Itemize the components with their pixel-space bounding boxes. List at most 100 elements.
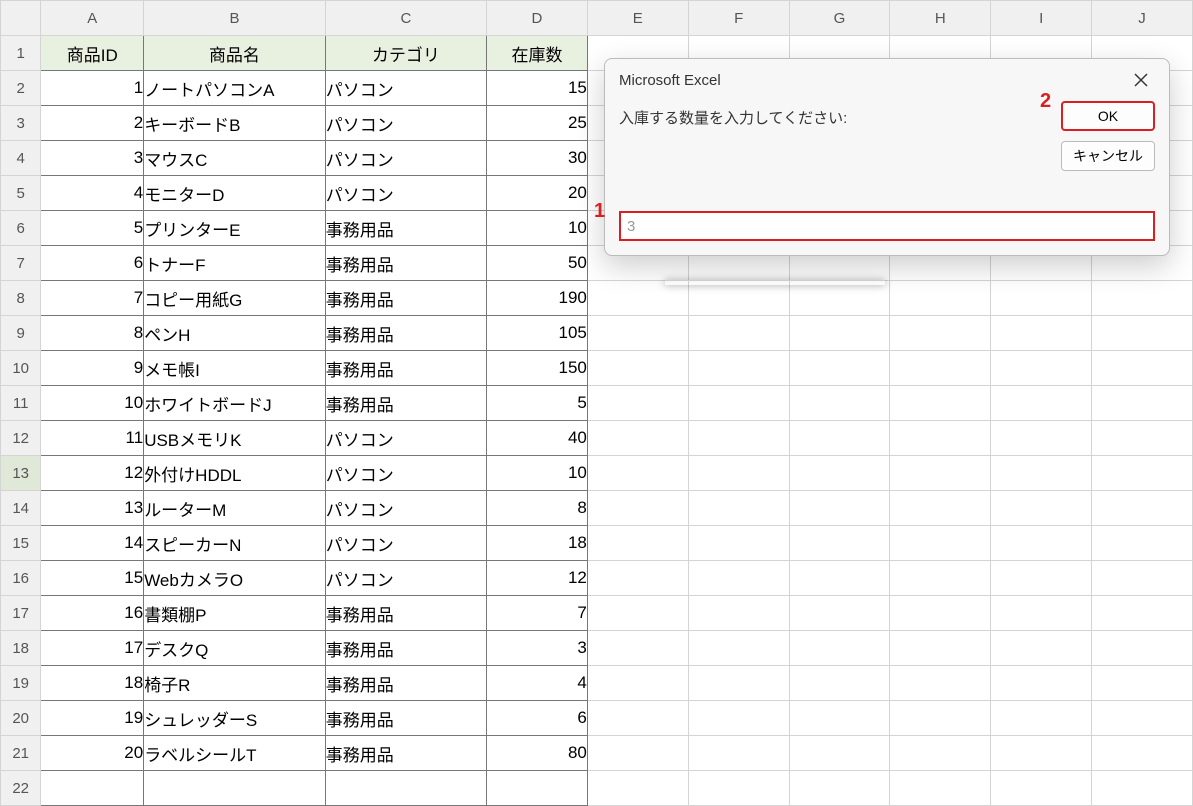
cell-I10[interactable]	[991, 351, 1092, 386]
cell-C4[interactable]: パソコン	[325, 141, 486, 176]
column-header-A[interactable]: A	[41, 1, 144, 36]
cell-G14[interactable]	[789, 491, 890, 526]
row-header-6[interactable]: 6	[1, 211, 41, 246]
column-header-J[interactable]: J	[1092, 1, 1193, 36]
cell-B7[interactable]: トナーF	[144, 246, 326, 281]
cell-D3[interactable]: 25	[487, 106, 588, 141]
cell-B17[interactable]: 書類棚P	[144, 596, 326, 631]
cell-F19[interactable]	[688, 666, 789, 701]
row-header-11[interactable]: 11	[1, 386, 41, 421]
cell-F15[interactable]	[688, 526, 789, 561]
cell-C10[interactable]: 事務用品	[325, 351, 486, 386]
cell-C21[interactable]: 事務用品	[325, 736, 486, 771]
cell-C16[interactable]: パソコン	[325, 561, 486, 596]
cell-E20[interactable]	[587, 701, 688, 736]
cell-J16[interactable]	[1092, 561, 1193, 596]
cell-J20[interactable]	[1092, 701, 1193, 736]
cell-D2[interactable]: 15	[487, 71, 588, 106]
cell-E10[interactable]	[587, 351, 688, 386]
row-header-4[interactable]: 4	[1, 141, 41, 176]
cell-H11[interactable]	[890, 386, 991, 421]
column-header-H[interactable]: H	[890, 1, 991, 36]
column-header-F[interactable]: F	[688, 1, 789, 36]
cell-I14[interactable]	[991, 491, 1092, 526]
row-header-19[interactable]: 19	[1, 666, 41, 701]
cell-I15[interactable]	[991, 526, 1092, 561]
cell-D20[interactable]: 6	[487, 701, 588, 736]
cell-F8[interactable]	[688, 281, 789, 316]
cell-A3[interactable]: 2	[41, 106, 144, 141]
cell-E12[interactable]	[587, 421, 688, 456]
cell-E15[interactable]	[587, 526, 688, 561]
cell-G11[interactable]	[789, 386, 890, 421]
cell-A5[interactable]: 4	[41, 176, 144, 211]
cell-A12[interactable]: 11	[41, 421, 144, 456]
cell-G10[interactable]	[789, 351, 890, 386]
cell-F22[interactable]	[688, 771, 789, 806]
row-header-7[interactable]: 7	[1, 246, 41, 281]
cell-B18[interactable]: デスクQ	[144, 631, 326, 666]
cell-D1[interactable]: 在庫数	[487, 36, 588, 71]
cell-B4[interactable]: マウスC	[144, 141, 326, 176]
cell-D13[interactable]: 10	[487, 456, 588, 491]
row-header-21[interactable]: 21	[1, 736, 41, 771]
cell-J8[interactable]	[1092, 281, 1193, 316]
row-header-16[interactable]: 16	[1, 561, 41, 596]
cell-H14[interactable]	[890, 491, 991, 526]
cell-I12[interactable]	[991, 421, 1092, 456]
row-header-5[interactable]: 5	[1, 176, 41, 211]
cell-J22[interactable]	[1092, 771, 1193, 806]
cell-E14[interactable]	[587, 491, 688, 526]
cell-B13[interactable]: 外付けHDDL	[144, 456, 326, 491]
column-header-C[interactable]: C	[325, 1, 486, 36]
cell-F12[interactable]	[688, 421, 789, 456]
cell-E16[interactable]	[587, 561, 688, 596]
cell-C3[interactable]: パソコン	[325, 106, 486, 141]
cell-A19[interactable]: 18	[41, 666, 144, 701]
row-header-3[interactable]: 3	[1, 106, 41, 141]
cell-H19[interactable]	[890, 666, 991, 701]
cell-A21[interactable]: 20	[41, 736, 144, 771]
row-header-9[interactable]: 9	[1, 316, 41, 351]
cell-G9[interactable]	[789, 316, 890, 351]
cell-D12[interactable]: 40	[487, 421, 588, 456]
cell-C5[interactable]: パソコン	[325, 176, 486, 211]
cell-B19[interactable]: 椅子R	[144, 666, 326, 701]
cell-B8[interactable]: コピー用紙G	[144, 281, 326, 316]
cell-A22[interactable]	[41, 771, 144, 806]
cell-H15[interactable]	[890, 526, 991, 561]
cell-B22[interactable]	[144, 771, 326, 806]
cell-D7[interactable]: 50	[487, 246, 588, 281]
cell-H22[interactable]	[890, 771, 991, 806]
cell-G8[interactable]	[789, 281, 890, 316]
ok-button[interactable]: OK	[1061, 101, 1155, 131]
cell-E8[interactable]	[587, 281, 688, 316]
cell-E21[interactable]	[587, 736, 688, 771]
cell-D10[interactable]: 150	[487, 351, 588, 386]
cell-G13[interactable]	[789, 456, 890, 491]
row-header-10[interactable]: 10	[1, 351, 41, 386]
cell-J19[interactable]	[1092, 666, 1193, 701]
cell-G16[interactable]	[789, 561, 890, 596]
select-all-corner[interactable]	[1, 1, 41, 36]
cell-B2[interactable]: ノートパソコンA	[144, 71, 326, 106]
cell-F17[interactable]	[688, 596, 789, 631]
cell-C11[interactable]: 事務用品	[325, 386, 486, 421]
cell-J9[interactable]	[1092, 316, 1193, 351]
cell-B5[interactable]: モニターD	[144, 176, 326, 211]
close-icon[interactable]	[1127, 69, 1155, 91]
cell-D14[interactable]: 8	[487, 491, 588, 526]
cell-C18[interactable]: 事務用品	[325, 631, 486, 666]
column-header-I[interactable]: I	[991, 1, 1092, 36]
cell-B21[interactable]: ラベルシールT	[144, 736, 326, 771]
cell-J13[interactable]	[1092, 456, 1193, 491]
cell-F20[interactable]	[688, 701, 789, 736]
cell-F21[interactable]	[688, 736, 789, 771]
cell-B12[interactable]: USBメモリK	[144, 421, 326, 456]
cell-E19[interactable]	[587, 666, 688, 701]
cell-C20[interactable]: 事務用品	[325, 701, 486, 736]
cell-B3[interactable]: キーボードB	[144, 106, 326, 141]
cell-J15[interactable]	[1092, 526, 1193, 561]
cell-F18[interactable]	[688, 631, 789, 666]
quantity-input[interactable]	[619, 211, 1155, 241]
